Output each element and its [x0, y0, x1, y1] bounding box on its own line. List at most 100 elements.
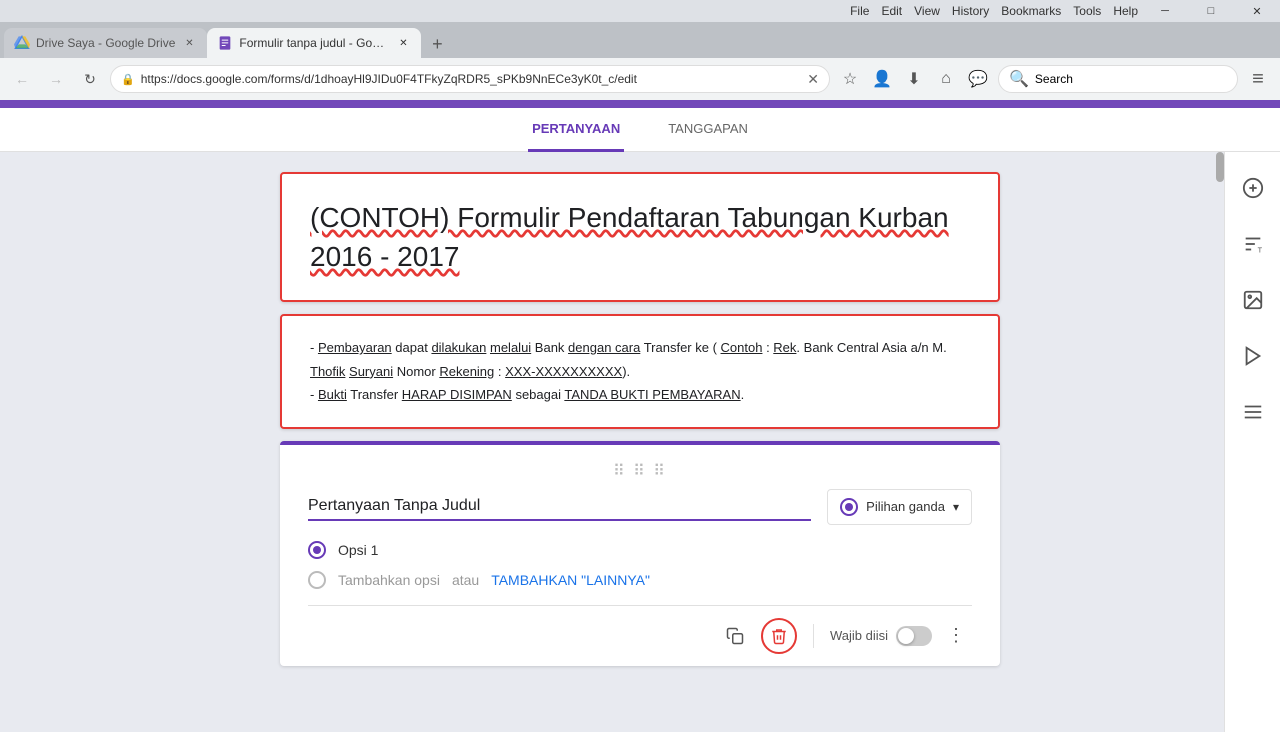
- question-footer: Wajib diisi ⋮: [308, 605, 972, 666]
- url-refresh-icon[interactable]: ✕: [807, 71, 819, 88]
- option1-text: Opsi 1: [338, 542, 378, 558]
- question-card: ⠿ ⠿ ⠿ Pilihan ganda ▾ Opsi 1 Tambahkan o…: [280, 441, 1000, 666]
- close-button[interactable]: ✕: [1234, 0, 1280, 22]
- tab-drive[interactable]: Drive Saya - Google Drive ✕: [4, 28, 207, 58]
- add-option-radio-icon: [308, 571, 326, 589]
- description-line1: - Pembayaran dapat dilakukan melalui Ban…: [310, 340, 947, 378]
- delete-button[interactable]: [761, 618, 797, 654]
- desc-bukti: Bukti: [318, 387, 347, 402]
- desc-tanda: TANDA BUKTI PEMBAYARAN: [564, 387, 740, 402]
- search-container[interactable]: 🔍: [998, 65, 1238, 93]
- desc-suryani: Suryani: [349, 364, 393, 379]
- title-card: (CONTOH) Formulir Pendaftaran Tabungan K…: [280, 172, 1000, 302]
- description-line2: - Bukti Transfer HARAP DISIMPAN sebagai …: [310, 387, 744, 402]
- drive-favicon: [14, 35, 30, 51]
- question-input[interactable]: [308, 493, 811, 521]
- add-question-button[interactable]: [1233, 168, 1273, 208]
- add-option-label[interactable]: Tambahkan opsi: [338, 572, 440, 588]
- wajib-toggle[interactable]: [896, 626, 932, 646]
- toolbar-icons: ☆ 👤 ⬇ ⌂ 💬: [836, 65, 992, 93]
- form-title[interactable]: (CONTOH) Formulir Pendaftaran Tabungan K…: [310, 198, 970, 276]
- back-button[interactable]: ←: [8, 65, 36, 93]
- right-sidebar: T: [1224, 152, 1280, 732]
- menu-history[interactable]: History: [952, 4, 989, 18]
- new-tab-button[interactable]: +: [423, 30, 451, 58]
- toggle-knob: [898, 628, 914, 644]
- url-text: https://docs.google.com/forms/d/1dhoayHl…: [141, 72, 802, 86]
- menu-edit[interactable]: Edit: [881, 4, 902, 18]
- add-section-button[interactable]: [1233, 392, 1273, 432]
- account-icon[interactable]: 👤: [868, 65, 896, 93]
- desc-dengan: dengan cara: [568, 340, 640, 355]
- chrome-frame: File Edit View History Bookmarks Tools H…: [0, 0, 1280, 100]
- search-input[interactable]: [1035, 72, 1227, 86]
- window-controls: ─ □ ✕: [1142, 0, 1280, 22]
- lock-icon: 🔒: [121, 73, 135, 86]
- menu-file[interactable]: File: [850, 4, 869, 18]
- desc-rek: Rek: [773, 340, 796, 355]
- option1-radio-icon: [308, 541, 326, 559]
- add-image-button[interactable]: [1233, 280, 1273, 320]
- desc-rekening: Rekening: [439, 364, 494, 379]
- tab-forms-close[interactable]: ✕: [395, 35, 411, 51]
- add-option-row: Tambahkan opsi atau TAMBAHKAN "LAINNYA": [308, 571, 972, 589]
- menu-help[interactable]: Help: [1113, 4, 1138, 18]
- forward-button[interactable]: →: [42, 65, 70, 93]
- desc-thofik: Thofik: [310, 364, 345, 379]
- address-bar: ← → ↻ 🔒 https://docs.google.com/forms/d/…: [0, 58, 1280, 100]
- tab-tanggapan[interactable]: TANGGAPAN: [664, 108, 752, 152]
- desc-pembayaran: Pembayaran: [318, 340, 392, 355]
- menu-view[interactable]: View: [914, 4, 940, 18]
- url-bar[interactable]: 🔒 https://docs.google.com/forms/d/1dhoay…: [110, 65, 830, 93]
- download-icon[interactable]: ⬇: [900, 65, 928, 93]
- scrollbar-thumb[interactable]: [1216, 152, 1224, 182]
- tab-bar: Drive Saya - Google Drive ✕ Formulir tan…: [0, 22, 1280, 58]
- question-type-label: Pilihan ganda: [866, 499, 945, 514]
- menu-icon[interactable]: ≡: [1244, 65, 1272, 93]
- title-bar: File Edit View History Bookmarks Tools H…: [0, 0, 1280, 22]
- desc-contoh: Contoh: [721, 340, 763, 355]
- or-label: atau: [452, 572, 479, 588]
- tab-drive-title: Drive Saya - Google Drive: [36, 36, 175, 50]
- tab-drive-close[interactable]: ✕: [181, 35, 197, 51]
- desc-harap: HARAP DISIMPAN: [402, 387, 512, 402]
- bookmark-star-icon[interactable]: ☆: [836, 65, 864, 93]
- dropdown-chevron-icon: ▾: [953, 500, 959, 514]
- scrollbar-track: [1216, 152, 1224, 732]
- desc-melalui: melalui: [490, 340, 531, 355]
- question-header: Pilihan ganda ▾: [308, 489, 972, 525]
- chat-icon[interactable]: 💬: [964, 65, 992, 93]
- radio-dot-inner: [845, 503, 853, 511]
- description-card: - Pembayaran dapat dilakukan melalui Ban…: [280, 314, 1000, 428]
- refresh-button[interactable]: ↻: [76, 65, 104, 93]
- menu-tools[interactable]: Tools: [1073, 4, 1101, 18]
- desc-dilakukan: dilakukan: [431, 340, 486, 355]
- tab-pertanyaan[interactable]: PERTANYAAN: [528, 108, 624, 152]
- tab-forms-title: Formulir tanpa judul - Google ...: [239, 36, 389, 50]
- menu-bookmarks[interactable]: Bookmarks: [1001, 4, 1061, 18]
- forms-favicon: [217, 35, 233, 51]
- search-icon: 🔍: [1009, 69, 1029, 89]
- question-type-dropdown[interactable]: Pilihan ganda ▾: [827, 489, 972, 525]
- copy-button[interactable]: [717, 618, 753, 654]
- add-title-button[interactable]: T: [1233, 224, 1273, 264]
- desc-number: XXX-XXXXXXXXXX: [505, 364, 622, 379]
- svg-text:T: T: [1257, 245, 1262, 254]
- add-other-link[interactable]: TAMBAHKAN "LAINNYA": [491, 572, 650, 588]
- more-options-button[interactable]: ⋮: [940, 620, 972, 652]
- home-icon[interactable]: ⌂: [932, 65, 960, 93]
- add-video-button[interactable]: [1233, 336, 1273, 376]
- minimize-button[interactable]: ─: [1142, 0, 1188, 22]
- radio-dot-icon: [840, 498, 858, 516]
- main-content: (CONTOH) Formulir Pendaftaran Tabungan K…: [0, 152, 1280, 732]
- option1-radio-inner: [313, 546, 321, 554]
- tab-forms[interactable]: Formulir tanpa judul - Google ... ✕: [207, 28, 421, 58]
- drag-handle: ⠿ ⠿ ⠿: [308, 461, 972, 481]
- divider: [813, 624, 814, 648]
- forms-tabs: PERTANYAAN TANGGAPAN: [0, 108, 1280, 152]
- maximize-button[interactable]: □: [1188, 0, 1234, 22]
- wajib-label: Wajib diisi: [830, 628, 888, 643]
- forms-purple-bar: [0, 100, 1280, 108]
- description-text: - Pembayaran dapat dilakukan melalui Ban…: [310, 336, 970, 406]
- option-row-1: Opsi 1: [308, 541, 972, 559]
